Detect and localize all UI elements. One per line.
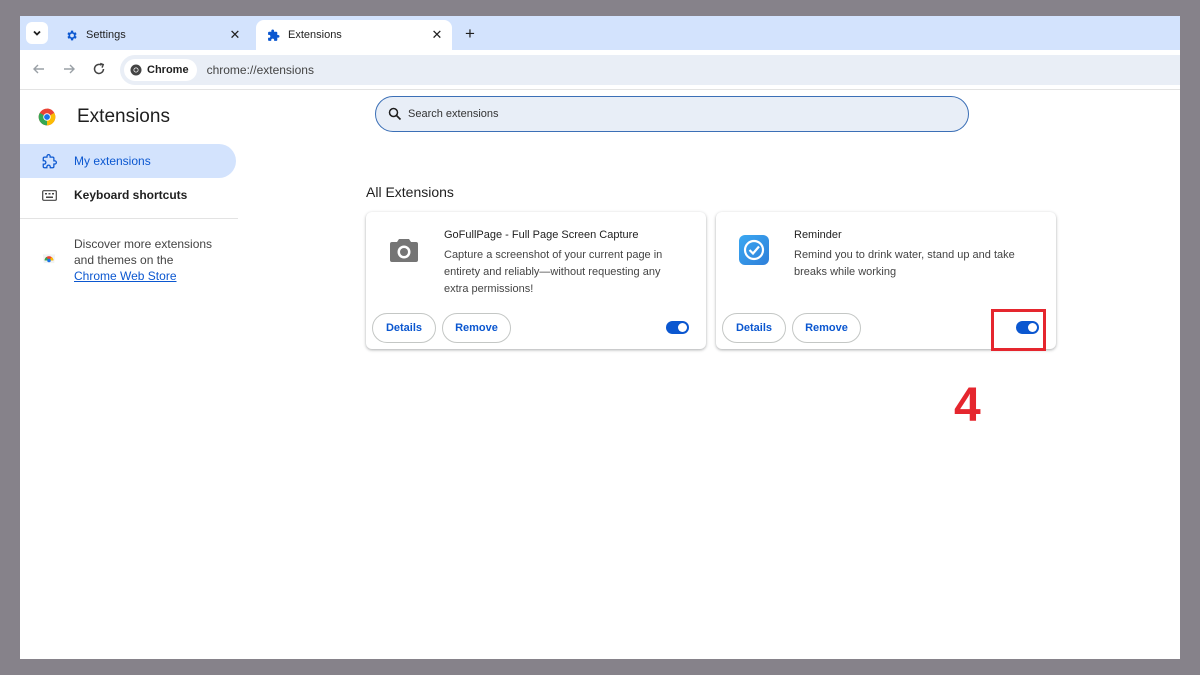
web-store-icon bbox=[42, 254, 56, 264]
reload-icon bbox=[93, 62, 105, 75]
extension-description: Capture a screenshot of your current pag… bbox=[444, 249, 663, 295]
extension-description: Remind you to drink water, stand up and … bbox=[794, 249, 1015, 278]
section-title: All Extensions bbox=[366, 184, 454, 200]
sidebar-item-label: Keyboard shortcuts bbox=[74, 188, 188, 202]
tab-search-button[interactable] bbox=[26, 22, 48, 44]
chip-label: Chrome bbox=[147, 64, 189, 76]
arrow-left-icon bbox=[33, 64, 44, 74]
address-bar[interactable]: Chrome chrome://extensions bbox=[120, 55, 1180, 85]
chevron-down-icon bbox=[33, 30, 41, 36]
chrome-web-store-link[interactable]: Chrome Web Store bbox=[74, 268, 224, 284]
tab-extensions[interactable]: Extensions ✕ bbox=[256, 20, 452, 50]
sidebar-header: Extensions bbox=[37, 106, 170, 128]
puzzle-icon bbox=[266, 28, 280, 42]
extensions-icon bbox=[41, 153, 57, 169]
checkmark-icon bbox=[738, 234, 770, 266]
tab-title: Extensions bbox=[288, 29, 342, 41]
extension-name: Reminder bbox=[794, 229, 842, 241]
chrome-logo-icon bbox=[130, 64, 142, 76]
reload-button[interactable] bbox=[90, 60, 108, 78]
back-button[interactable] bbox=[30, 60, 48, 78]
sidebar-item-my-extensions[interactable]: My extensions bbox=[20, 144, 236, 178]
sidebar-item-label: My extensions bbox=[74, 154, 151, 168]
gear-icon bbox=[64, 28, 78, 42]
remove-button[interactable]: Remove bbox=[442, 313, 511, 343]
tab-settings[interactable]: Settings ✕ bbox=[54, 20, 250, 50]
extension-toggle[interactable] bbox=[666, 321, 689, 334]
new-tab-button[interactable]: + bbox=[460, 24, 480, 44]
extension-name: GoFullPage - Full Page Screen Capture bbox=[444, 229, 639, 241]
search-placeholder: Search extensions bbox=[408, 108, 499, 120]
close-icon[interactable]: ✕ bbox=[226, 26, 244, 44]
discover-text: Discover more extensions and themes on t… bbox=[74, 237, 213, 267]
chrome-logo-icon bbox=[38, 108, 56, 126]
site-info-chip[interactable]: Chrome bbox=[124, 59, 197, 81]
search-input[interactable]: Search extensions bbox=[375, 96, 969, 132]
camera-icon bbox=[388, 234, 420, 266]
close-icon[interactable]: ✕ bbox=[428, 26, 446, 44]
page-title: Extensions bbox=[77, 106, 170, 127]
forward-button[interactable] bbox=[60, 60, 78, 78]
remove-button[interactable]: Remove bbox=[792, 313, 861, 343]
sidebar-divider bbox=[20, 218, 238, 219]
details-button[interactable]: Details bbox=[372, 313, 436, 343]
tab-title: Settings bbox=[86, 29, 126, 41]
tab-strip: Settings ✕ Extensions ✕ + bbox=[20, 16, 1180, 50]
highlight-box bbox=[991, 309, 1046, 351]
browser-window: Settings ✕ Extensions ✕ + Chrome chrome:… bbox=[20, 16, 1180, 659]
search-icon bbox=[388, 107, 402, 121]
keyboard-icon bbox=[41, 187, 57, 203]
details-button[interactable]: Details bbox=[722, 313, 786, 343]
extension-card-gofullpage: GoFullPage - Full Page Screen Capture Ca… bbox=[366, 212, 706, 349]
sidebar-item-keyboard-shortcuts[interactable]: Keyboard shortcuts bbox=[20, 178, 236, 212]
sidebar: Extensions My extensions Keyboard shortc… bbox=[20, 90, 240, 659]
step-number: 4 bbox=[954, 379, 981, 432]
toggle-knob bbox=[678, 323, 687, 332]
web-store-promo: Discover more extensions and themes on t… bbox=[42, 236, 224, 284]
toolbar: Chrome chrome://extensions bbox=[20, 50, 1180, 90]
url-text: chrome://extensions bbox=[206, 63, 314, 77]
arrow-right-icon bbox=[64, 64, 75, 74]
